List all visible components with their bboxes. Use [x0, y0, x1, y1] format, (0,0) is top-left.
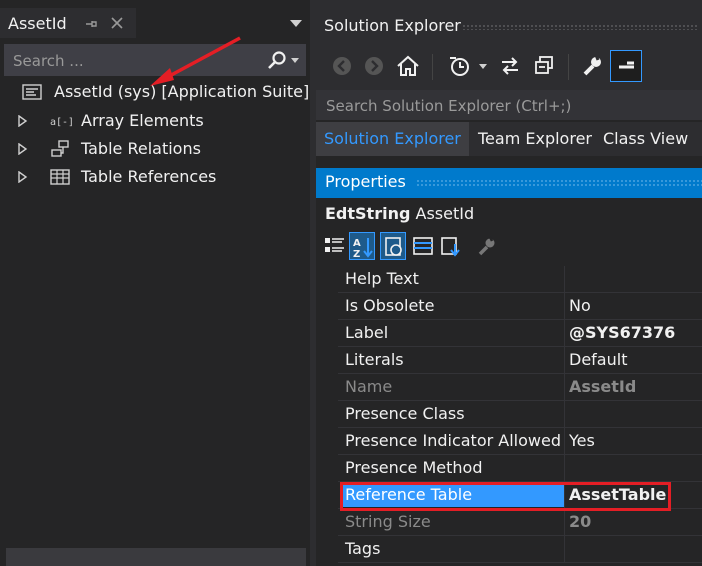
pane-menu-chevron-icon[interactable]	[290, 20, 302, 28]
search-icon[interactable]	[267, 50, 287, 70]
home-icon[interactable]	[394, 52, 422, 80]
annotation-highlight-box	[340, 482, 671, 511]
property-value[interactable]: @SYS67376	[569, 323, 675, 342]
tree-item-array-elements[interactable]: a[-] Array Elements	[16, 108, 306, 134]
wrench-icon[interactable]	[474, 232, 500, 260]
svg-text:A: A	[353, 238, 361, 249]
expand-chevron-icon[interactable]	[18, 171, 28, 183]
preview-selected-items-icon[interactable]	[610, 50, 642, 82]
properties-object-label: EdtString AssetId	[325, 204, 474, 223]
tree-item-label: Array Elements	[81, 111, 204, 130]
property-row-tags[interactable]: Tags	[338, 536, 702, 563]
tab-solution-explorer[interactable]: Solution Explorer	[316, 122, 469, 156]
column-divider	[564, 455, 565, 482]
column-divider	[564, 374, 565, 401]
property-row-presence-class[interactable]: Presence Class	[338, 401, 702, 428]
property-name: Presence Method	[345, 458, 483, 477]
property-name: Presence Indicator Allowed	[345, 431, 561, 450]
wrench-icon[interactable]	[578, 52, 606, 80]
tree-item-label: Table References	[81, 167, 217, 186]
solution-explorer-title: Solution Explorer	[324, 16, 461, 35]
property-name: Label	[345, 323, 389, 342]
events-view-icon[interactable]	[438, 232, 464, 260]
property-row-name[interactable]: Name AssetId	[338, 374, 702, 401]
history-icon[interactable]	[446, 52, 474, 80]
property-row-is-obsolete[interactable]: Is Obsolete No	[338, 293, 702, 320]
expand-chevron-icon[interactable]	[18, 143, 28, 155]
array-elements-icon: a[-]	[50, 114, 72, 128]
bottom-scrollbar[interactable]	[6, 548, 306, 566]
table-relations-icon	[50, 140, 70, 158]
properties-view-icon[interactable]	[410, 232, 436, 260]
property-name: Presence Class	[345, 404, 465, 423]
property-grid: Help Text Is Obsolete No Label @SYS67376…	[338, 266, 702, 566]
property-name: String Size	[345, 512, 431, 531]
tab-assetid[interactable]: AssetId	[0, 8, 136, 38]
categorized-icon[interactable]	[322, 232, 348, 260]
svg-text:a[-]: a[-]	[50, 117, 72, 128]
forward-icon[interactable]	[360, 52, 388, 80]
properties-toolbar: AZ	[322, 232, 522, 262]
property-name: Is Obsolete	[345, 296, 435, 315]
column-divider	[564, 509, 565, 536]
solution-explorer-toolbar	[316, 44, 702, 90]
property-pages-icon[interactable]	[380, 232, 406, 260]
back-icon[interactable]	[328, 52, 356, 80]
tab-team-explorer[interactable]: Team Explorer	[470, 122, 600, 156]
explorer-tabs: Solution Explorer Team Explorer Class Vi…	[316, 122, 702, 156]
column-divider	[564, 293, 565, 320]
tree-item-label: Table Relations	[81, 139, 201, 158]
property-row-presence-indicator-allowed[interactable]: Presence Indicator Allowed Yes	[338, 428, 702, 455]
toolbar-separator	[568, 54, 569, 80]
property-row-presence-method[interactable]: Presence Method	[338, 455, 702, 482]
search-options-chevron-icon[interactable]	[291, 58, 299, 63]
column-divider	[564, 536, 565, 563]
alphabetical-sort-icon[interactable]: AZ	[349, 232, 375, 260]
svg-text:Z: Z	[353, 249, 360, 260]
property-name: Tags	[345, 539, 381, 558]
column-divider	[564, 347, 565, 374]
property-row-help-text[interactable]: Help Text	[338, 266, 702, 293]
table-references-icon	[50, 168, 70, 186]
window-grip[interactable]	[462, 24, 698, 30]
property-value: 20	[569, 512, 592, 531]
property-name: Help Text	[345, 269, 419, 288]
column-divider	[564, 266, 565, 293]
edt-string-icon	[22, 83, 42, 101]
solution-explorer-search[interactable]	[316, 90, 702, 120]
solution-explorer-search-input[interactable]	[324, 94, 688, 118]
sync-icon[interactable]	[496, 52, 524, 80]
property-value[interactable]: Default	[569, 350, 627, 369]
object-name: AssetId	[415, 204, 475, 223]
column-divider	[564, 428, 565, 455]
collapse-all-icon[interactable]	[530, 52, 558, 80]
property-name: Name	[345, 377, 393, 396]
property-value[interactable]: Yes	[569, 431, 595, 450]
column-divider	[564, 401, 565, 428]
solution-explorer-header: Solution Explorer	[316, 8, 702, 44]
expand-chevron-icon[interactable]	[18, 115, 28, 127]
tree-item-table-relations[interactable]: Table Relations	[16, 136, 306, 162]
pin-icon[interactable]	[84, 17, 98, 31]
annotation-arrow-icon	[150, 36, 241, 86]
property-value[interactable]: No	[569, 296, 591, 315]
tree-item-table-references[interactable]: Table References	[16, 164, 306, 190]
column-divider	[564, 320, 565, 347]
properties-title: Properties	[325, 172, 406, 191]
object-type: EdtString	[325, 204, 411, 223]
toolbar-separator	[432, 54, 433, 80]
property-row-literals[interactable]: Literals Default	[338, 347, 702, 374]
close-icon[interactable]	[110, 16, 124, 30]
history-dropdown-chevron-icon[interactable]	[479, 64, 487, 69]
property-value: AssetId	[569, 377, 637, 396]
window-grip[interactable]	[416, 179, 702, 187]
property-name: Literals	[345, 350, 404, 369]
property-row-label[interactable]: Label @SYS67376	[338, 320, 702, 347]
tab-title: AssetId	[8, 14, 67, 33]
property-row-string-size[interactable]: String Size 20	[338, 509, 702, 536]
properties-header: Properties	[316, 168, 702, 198]
tab-class-view[interactable]: Class View	[595, 122, 696, 156]
